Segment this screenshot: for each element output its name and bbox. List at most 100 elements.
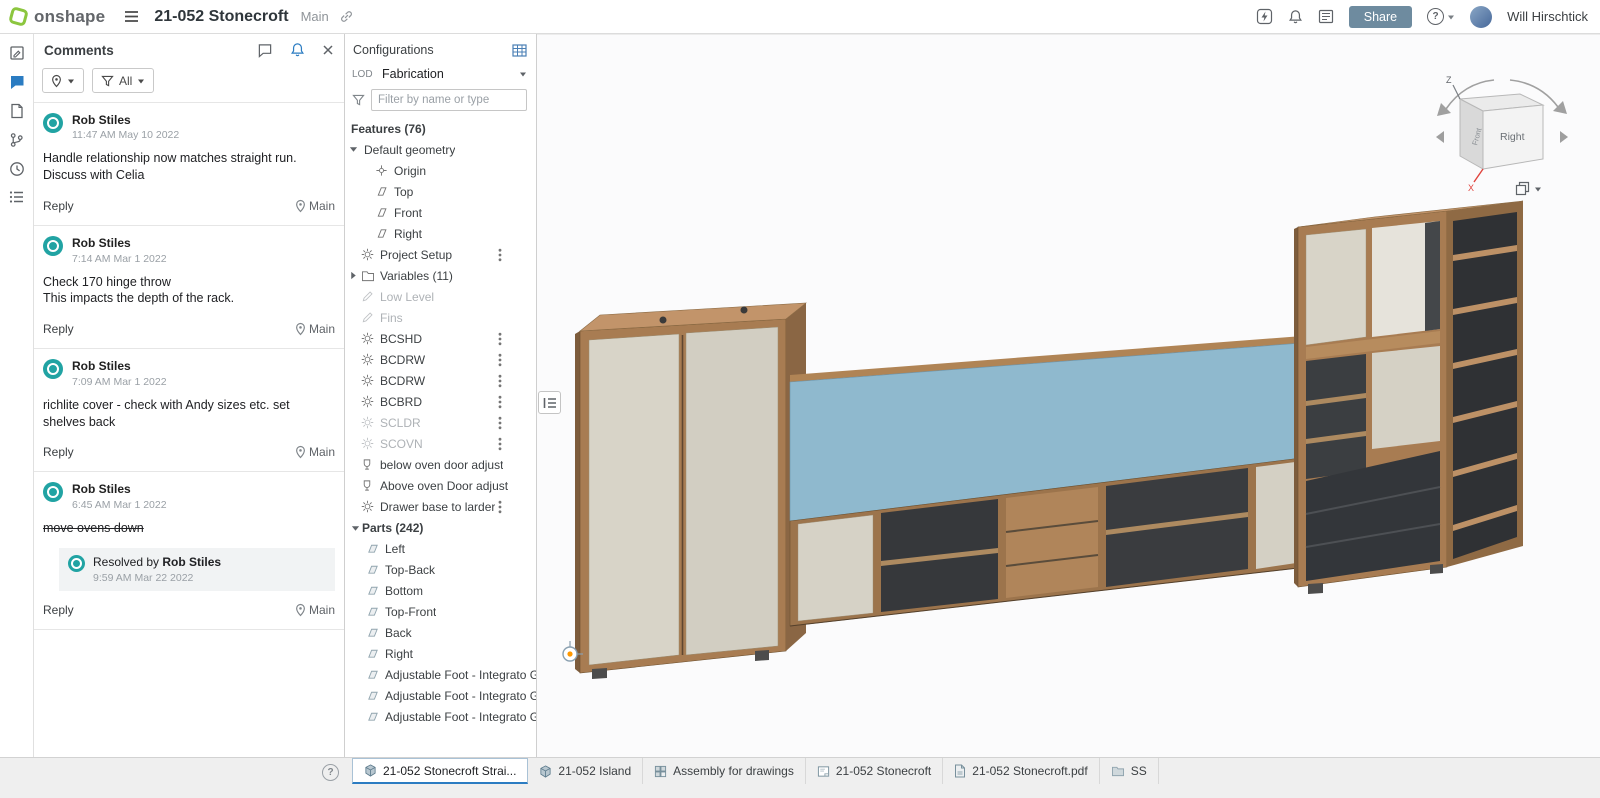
share-button[interactable]: Share (1349, 6, 1412, 28)
graphics-viewport[interactable]: Right Front Z X (537, 34, 1600, 757)
help-icon: ? (1427, 8, 1444, 25)
part-label: Top-Front (385, 605, 436, 619)
document-tab-assembly[interactable]: Assembly for drawings (643, 758, 806, 784)
history-icon[interactable] (9, 161, 25, 177)
left-cabinet[interactable] (575, 303, 806, 679)
feature-item[interactable]: below oven door adjust (345, 454, 536, 475)
document-tab-pdf[interactable]: 21-052 Stonecroft.pdf (943, 758, 1099, 784)
comment-mode-icon[interactable] (257, 43, 273, 58)
feature-item[interactable]: Front (345, 202, 536, 223)
rotate-right-arrow[interactable] (1560, 131, 1568, 143)
folder-icon (361, 270, 377, 282)
chevron-down-icon (1447, 13, 1455, 21)
part-label: Adjustable Foot - Integrato G (385, 689, 536, 703)
comment-location[interactable]: Main (295, 199, 335, 213)
feature-label: BCBRD (380, 395, 422, 409)
scope-filter-button[interactable]: All (92, 68, 154, 93)
reply-link[interactable]: Reply (43, 445, 74, 459)
document-tab-partstudio[interactable]: 21-052 Island (528, 758, 643, 784)
feature-item[interactable]: Above oven Door adjust (345, 475, 536, 496)
part-item[interactable]: Back (345, 622, 536, 643)
part-item[interactable]: Top-Back (345, 559, 536, 580)
kebab-menu-icon[interactable] (498, 395, 502, 409)
feature-item[interactable]: Right (345, 223, 536, 244)
part-item[interactable]: Left (345, 538, 536, 559)
close-icon[interactable] (322, 44, 334, 56)
help-menu[interactable]: ? (1427, 8, 1455, 25)
kebab-menu-icon[interactable] (498, 416, 502, 430)
feature-item[interactable]: Default geometry (345, 139, 536, 160)
lod-select[interactable]: LOD Fabrication (345, 64, 536, 86)
kebab-menu-icon[interactable] (498, 353, 502, 367)
feature-item[interactable]: Variables (11) (345, 265, 536, 286)
bottombar-help-icon[interactable]: ? (322, 764, 339, 781)
feature-item[interactable]: Top (345, 181, 536, 202)
kebab-menu-icon[interactable] (498, 332, 502, 346)
whats-new-icon[interactable] (1256, 8, 1273, 25)
onshape-logo[interactable]: onshape (10, 7, 105, 27)
notifications-icon[interactable] (1288, 9, 1303, 25)
menu-icon[interactable] (123, 8, 140, 25)
comment-location[interactable]: Main (295, 445, 335, 459)
config-table-icon[interactable] (512, 44, 527, 57)
comment-author: Rob Stiles (72, 359, 167, 373)
outline-icon[interactable] (9, 190, 25, 204)
kebab-menu-icon[interactable] (498, 248, 502, 262)
feature-label: BCSHD (380, 332, 422, 346)
versions-icon[interactable] (10, 103, 24, 119)
part-item[interactable]: Right (345, 643, 536, 664)
link-icon[interactable] (339, 9, 354, 24)
feature-item[interactable]: BCDRW (345, 349, 536, 370)
reply-link[interactable]: Reply (43, 199, 74, 213)
workspace-name[interactable]: Main (301, 9, 329, 24)
tab-label: 21-052 Stonecroft.pdf (972, 764, 1087, 778)
feature-label: Right (394, 227, 422, 241)
features-header: Features (76) (345, 118, 536, 139)
feature-item[interactable]: Low Level (345, 286, 536, 307)
chevron-down-icon[interactable] (349, 145, 361, 154)
view-cube[interactable]: Right Front Z X (1432, 69, 1572, 209)
reply-link[interactable]: Reply (43, 322, 74, 336)
comment-location[interactable]: Main (295, 322, 335, 336)
feature-list-toggle[interactable] (538, 391, 561, 414)
part-item[interactable]: Adjustable Foot - Integrato G (345, 706, 536, 727)
kebab-menu-icon[interactable] (498, 374, 502, 388)
feature-item[interactable]: SCLDR (345, 412, 536, 433)
feature-item[interactable]: Project Setup (345, 244, 536, 265)
document-tab-partstudio[interactable]: 21-052 Stonecroft Strai... (352, 758, 528, 784)
document-tab-drawing[interactable]: 21-052 Stonecroft (806, 758, 943, 784)
reply-link[interactable]: Reply (43, 603, 74, 617)
configurations-title: Configurations (353, 43, 434, 57)
lod-value: Fabrication (382, 67, 444, 81)
location-filter-button[interactable] (42, 68, 84, 93)
feature-item[interactable]: Drawer base to larder (345, 496, 536, 517)
learning-icon[interactable] (1318, 9, 1334, 24)
feature-item[interactable]: Fins (345, 307, 536, 328)
part-item[interactable]: Adjustable Foot - Integrato G (345, 685, 536, 706)
comment-location[interactable]: Main (295, 603, 335, 617)
feature-item[interactable]: Origin (345, 160, 536, 181)
chevron-right-icon[interactable] (349, 271, 361, 280)
document-tab-folder[interactable]: SS (1100, 758, 1159, 784)
avatar[interactable] (1470, 6, 1492, 28)
gear-icon (361, 437, 377, 450)
kebab-menu-icon[interactable] (498, 437, 502, 451)
branch-icon[interactable] (9, 132, 24, 148)
part-item[interactable]: Top-Front (345, 601, 536, 622)
part-item[interactable]: Bottom (345, 580, 536, 601)
notes-icon[interactable] (9, 45, 25, 61)
feature-filter-input[interactable] (371, 89, 527, 111)
kebab-menu-icon[interactable] (498, 500, 502, 514)
feature-item[interactable]: BCDRW (345, 370, 536, 391)
rotate-left-arrow[interactable] (1436, 131, 1444, 143)
right-cabinet[interactable] (1294, 201, 1523, 594)
comments-icon[interactable] (9, 74, 25, 90)
feature-item[interactable]: BCSHD (345, 328, 536, 349)
part-item[interactable]: Adjustable Foot - Integrato G (345, 664, 536, 685)
feature-item[interactable]: SCOVN (345, 433, 536, 454)
parts-header[interactable]: Parts (242) (345, 517, 536, 538)
notifications-on-icon[interactable] (290, 42, 305, 58)
part-label: Left (385, 542, 405, 556)
feature-item[interactable]: BCBRD (345, 391, 536, 412)
display-options-button[interactable] (1515, 181, 1542, 196)
